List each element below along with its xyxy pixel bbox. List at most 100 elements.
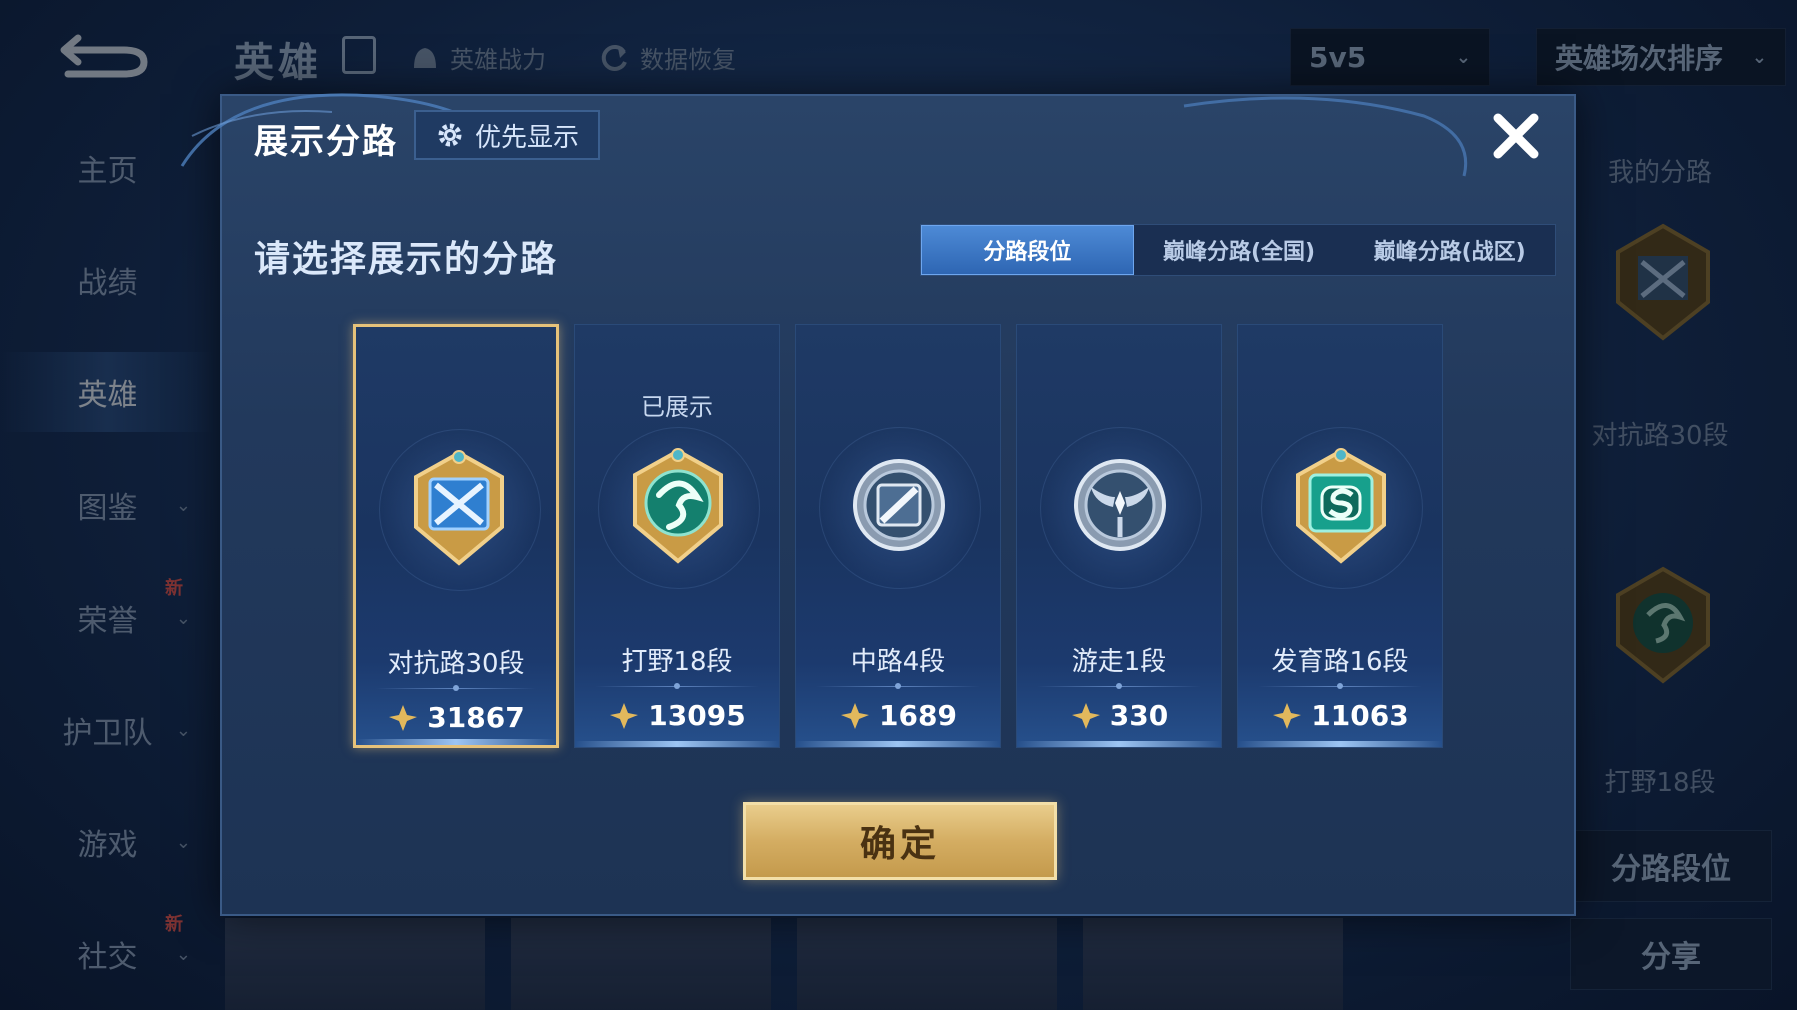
lane-points: 31867: [356, 701, 556, 734]
sidebar-item-collection[interactable]: 图鉴 ⌄: [0, 465, 215, 545]
card-divider: [595, 683, 759, 689]
my-lane-2-label: 打野18段: [1604, 768, 1716, 798]
lane-card-name: 游走1段: [1071, 647, 1167, 677]
lane-points: 13095: [575, 699, 779, 732]
sidebar-item-games[interactable]: 游戏 ⌄: [0, 802, 215, 882]
lane-card-farm[interactable]: 发育路16段 11063: [1237, 324, 1443, 748]
sort-dropdown-value: 英雄场次排序: [1555, 42, 1724, 75]
sidebar-item-label: 游戏: [77, 828, 138, 863]
priority-display-label: 优先显示: [474, 122, 579, 153]
mode-dropdown-value: 5v5: [1309, 40, 1367, 74]
tab-peak-lane-national[interactable]: 巅峰分路(全国): [1134, 225, 1345, 275]
lane-points: 1689: [796, 699, 1000, 732]
sidebar-item-label: 社交: [77, 940, 138, 975]
lane-card-name: 打野18段: [621, 647, 733, 677]
lane-points-value: 11063: [1311, 699, 1409, 732]
lane-points: 330: [1017, 699, 1221, 732]
display-lane-dialog: 展示分路 优先显示 请选择展示的分路 分路段位 巅峰分路(全国) 巅峰分路(战区…: [180, 93, 1576, 916]
hero-power-link[interactable]: 英雄战力: [410, 40, 546, 75]
confirm-button[interactable]: 确定: [743, 802, 1057, 880]
mid-lane-emblem-icon: [853, 459, 945, 551]
lane-card-mid[interactable]: 中路4段 1689: [795, 324, 1001, 748]
lane-points-value: 330: [1109, 699, 1169, 732]
roam-wings-emblem-icon: [1074, 459, 1166, 551]
dialog-subtitle: 请选择展示的分路: [254, 239, 559, 280]
chevron-down-icon: ⌄: [1455, 46, 1471, 68]
hero-card[interactable]: [225, 918, 485, 1010]
share-button[interactable]: 分享: [1570, 918, 1772, 990]
lane-card-clash[interactable]: 对抗路30段 31867: [353, 324, 559, 748]
jungle-dragon-emblem-icon: [633, 448, 723, 564]
lane-points-value: 13095: [648, 699, 746, 732]
lane-points-value: 1689: [879, 699, 957, 732]
lane-card-roam[interactable]: 游走1段 330: [1016, 324, 1222, 748]
jungle-dragon-emblem-icon: [1616, 566, 1710, 684]
hero-power-label: 英雄战力: [450, 46, 546, 74]
list-icon[interactable]: [342, 36, 376, 74]
clash-lane-emblem-icon: [414, 450, 504, 566]
hero-card[interactable]: [1083, 918, 1343, 1010]
restore-icon: [601, 44, 627, 71]
sidebar-item-label: 英雄: [77, 378, 138, 413]
sidebar-item-records[interactable]: 战绩: [0, 240, 215, 320]
chevron-down-icon: ⌄: [175, 943, 191, 965]
points-icon: [389, 704, 418, 731]
sidebar-item-label: 主页: [77, 154, 138, 189]
sidebar-item-social[interactable]: 社交 新 ⌄: [0, 914, 215, 994]
points-icon: [841, 702, 870, 729]
sidebar-item-home[interactable]: 主页: [0, 128, 215, 208]
sort-dropdown[interactable]: 英雄场次排序 ⌄: [1536, 28, 1786, 86]
new-badge: 新: [165, 914, 183, 935]
tab-peak-lane-region[interactable]: 巅峰分路(战区): [1344, 225, 1555, 275]
card-glow: [1017, 741, 1221, 747]
page-title: 英雄: [234, 40, 322, 86]
card-divider: [1037, 683, 1201, 689]
clash-lane-emblem-icon: [1616, 223, 1710, 341]
helmet-icon: [414, 48, 436, 68]
chevron-down-icon: ⌄: [175, 831, 191, 853]
lane-points-value: 31867: [427, 701, 525, 734]
dialog-header: 展示分路 优先显示: [222, 96, 1574, 186]
gear-icon: [438, 123, 462, 147]
points-icon: [1273, 702, 1302, 729]
card-divider: [376, 685, 536, 691]
chevron-down-icon: ⌄: [175, 607, 191, 629]
hero-card-strip: [225, 918, 1345, 1010]
sidebar-item-heroes[interactable]: 英雄: [0, 352, 215, 432]
points-icon: [1071, 702, 1100, 729]
rank-type-tabs: 分路段位 巅峰分路(全国) 巅峰分路(战区): [920, 224, 1556, 276]
sidebar-item-label: 护卫队: [62, 716, 153, 751]
close-icon[interactable]: [1488, 108, 1544, 164]
chevron-down-icon: ⌄: [1751, 46, 1767, 68]
sidebar-item-honor[interactable]: 荣誉 新 ⌄: [0, 578, 215, 658]
card-glow: [796, 741, 1000, 747]
back-arrow-icon[interactable]: [58, 30, 150, 78]
data-restore-label: 数据恢复: [640, 46, 736, 74]
lane-card-name: 发育路16段: [1271, 647, 1409, 677]
my-lane-1-label: 对抗路30段: [1591, 421, 1729, 451]
tab-lane-rank[interactable]: 分路段位: [921, 225, 1134, 275]
sidebar-item-label: 荣誉: [77, 604, 138, 639]
sidebar-item-label: 图鉴: [77, 491, 138, 526]
new-badge: 新: [165, 578, 183, 599]
card-glow: [575, 741, 779, 747]
sidebar-item-label: 战绩: [77, 266, 138, 301]
chevron-down-icon: ⌄: [175, 494, 191, 516]
priority-display-button[interactable]: 优先显示: [414, 110, 600, 160]
sidebar-item-guard-team[interactable]: 护卫队 ⌄: [0, 690, 215, 770]
card-glow: [1238, 741, 1442, 747]
mode-dropdown[interactable]: 5v5 ⌄: [1290, 28, 1490, 86]
hero-card[interactable]: [797, 918, 1057, 1010]
data-restore-link[interactable]: 数据恢复: [600, 40, 736, 75]
dialog-title: 展示分路: [254, 122, 398, 162]
card-glow: [356, 739, 556, 745]
card-divider: [1258, 683, 1422, 689]
hero-card[interactable]: [511, 918, 771, 1010]
card-divider: [816, 683, 980, 689]
displayed-label: 已展示: [641, 393, 713, 421]
my-lanes-title: 我的分路: [1607, 158, 1712, 188]
lane-rank-button[interactable]: 分路段位: [1570, 830, 1772, 902]
farm-lane-emblem-icon: [1296, 448, 1386, 564]
lane-card-name: 中路4段: [850, 647, 946, 677]
lane-card-jungle[interactable]: 已展示 打野18段 13095: [574, 324, 780, 748]
